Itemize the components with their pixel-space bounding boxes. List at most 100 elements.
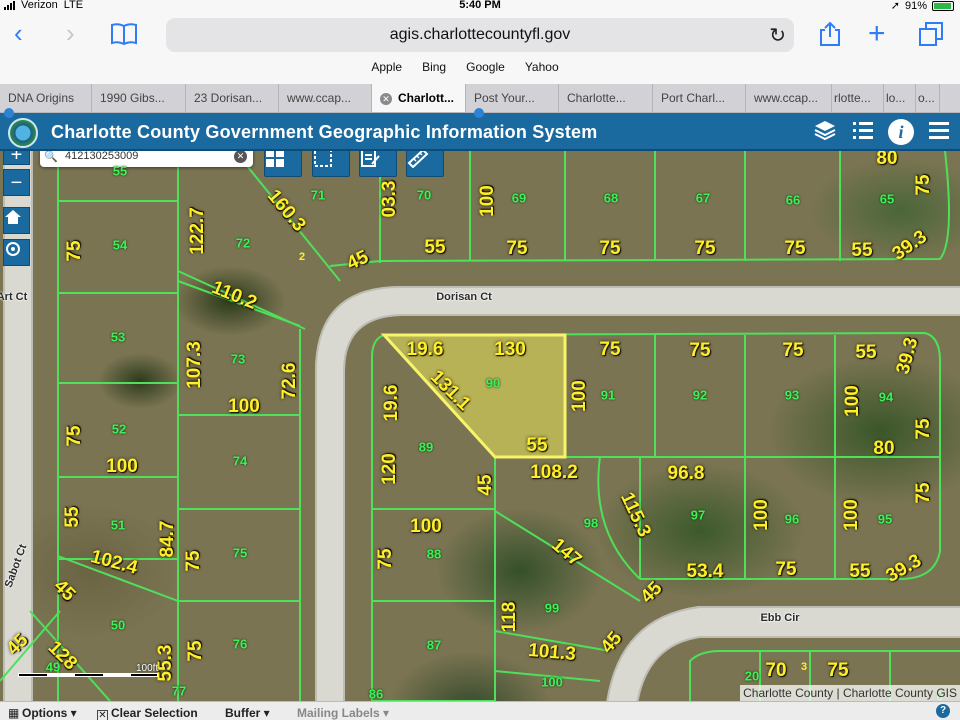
menu-icon[interactable] [926,119,952,145]
forward-icon[interactable]: › [66,20,75,46]
lot-number: 51 [110,517,126,533]
clock: 5:40 PM [459,0,501,11]
lot-number: 91 [600,387,616,403]
dimension-label: 75 [694,238,716,259]
options-button[interactable]: Options ▾ [22,706,77,720]
dimension-label: 84.7 [157,520,178,558]
measure-button[interactable] [406,151,444,177]
page-title: Charlotte County Government Geographic I… [51,122,598,142]
clear-checkbox-icon: ✕ [97,710,108,720]
help-icon[interactable]: ? [936,704,950,718]
tab-charlotte-2[interactable]: Charlotte... [559,84,653,112]
lot-number: 87 [426,637,442,653]
parcel-search-input[interactable]: 🔍 412130253009 ✕ [40,151,253,167]
lot-number: 73 [230,351,246,367]
dimension-label: 100 [841,499,862,531]
parcel-map[interactable]: 🔍 412130253009 ✕ + − Dorisan Ct Ebb Cir … [0,151,960,701]
lot-number: 72 [235,235,251,251]
lot-number: 20 [744,668,760,684]
zoom-out-button[interactable]: − [3,169,30,196]
reload-icon[interactable]: ↻ [769,23,786,48]
new-tab-icon[interactable]: + [868,19,886,49]
layers-icon[interactable] [812,119,838,145]
tab-charlotte-3[interactable]: rlotte... [832,84,884,112]
street-label-art: Art Ct [0,291,28,303]
lot-number: 55 [112,163,128,179]
dimension-label: 80 [876,151,898,169]
select-area-button[interactable] [312,151,350,177]
tab-ccap-2[interactable]: www.ccap... [746,84,832,112]
battery-percent: 91% [904,0,927,12]
favorites-bar: Apple Bing Google Yahoo [0,60,960,74]
gis-header: Charlotte County Government Geographic I… [0,108,960,151]
map-attribution: Charlotte County | Charlotte County GIS [740,685,960,701]
close-tab-icon[interactable]: ✕ [380,93,392,105]
lot-number: 75 [232,545,248,561]
tab-gibson[interactable]: 1990 Gibs... [92,84,186,112]
street-label-dorisan: Dorisan Ct [436,291,492,303]
edit-document-icon [361,151,380,167]
dimension-label: 122.7 [187,207,208,255]
dimension-label: 75 [64,425,85,447]
dimension-label: 75 [782,340,804,361]
dimension-label: 75 [827,660,849,681]
dimension-label: 75 [506,238,528,259]
lot-number: 68 [603,190,619,206]
dimension-label: 100 [569,380,590,412]
street-label-ebb: Ebb Cir [760,612,800,624]
lot-number: 94 [878,389,894,405]
lot-number: 98 [583,515,599,531]
mailing-labels-button[interactable]: Mailing Labels ▾ [297,706,389,720]
tabs-overview-icon[interactable] [918,21,944,51]
bookmarks-icon[interactable] [110,22,138,50]
dimension-label: 72.6 [279,362,300,400]
dimension-label: 75 [775,559,797,580]
dimension-label: 75 [784,238,806,259]
dimension-label: 96.8 [667,463,705,484]
address-bar[interactable]: agis.charlottecountyfl.gov ↻ [166,18,794,52]
select-box-icon [314,151,332,167]
dimension-label: 100 [410,516,442,537]
lot-number: 74 [232,453,248,469]
dimension-label: 55 [849,561,871,582]
basemap-grid-button[interactable] [264,151,302,177]
dimension-label: 75 [913,418,934,440]
favorite-yahoo[interactable]: Yahoo [525,60,559,74]
lot-number: 88 [426,546,442,562]
lot-number: 53 [110,329,126,345]
lot-number: 96 [784,511,800,527]
legend-list-icon[interactable] [850,119,876,145]
share-icon[interactable] [818,21,842,51]
back-icon[interactable]: ‹ [14,20,23,46]
clear-search-icon[interactable]: ✕ [234,151,247,163]
report-button[interactable] [359,151,397,177]
location-arrow-icon: ➚ [890,0,900,12]
tab-lo[interactable]: lo... [884,84,916,112]
lot-number: 50 [110,617,126,633]
lot-number: 92 [692,387,708,403]
lot-number: 69 [511,190,527,206]
home-icon [5,210,21,224]
dimension-label: 100 [842,385,863,417]
tab-port-charlotte[interactable]: Port Charl... [653,84,746,112]
locate-icon [6,242,20,256]
favorite-bing[interactable]: Bing [422,60,446,74]
dimension-label: 55 [526,435,548,456]
tab-dna-origins[interactable]: DNA Origins [0,84,92,112]
info-icon[interactable]: i [888,119,914,145]
zoom-in-button[interactable]: + [3,151,30,165]
favorite-apple[interactable]: Apple [371,60,402,74]
dimension-label: 75 [599,339,621,360]
dimension-label: 75 [599,238,621,259]
home-button[interactable] [3,207,30,234]
tab-dorisan[interactable]: 23 Dorisan... [186,84,279,112]
tab-charlotte-active[interactable]: ✕ Charlott... [372,84,466,112]
lot-number: 2 [298,251,306,263]
county-seal-icon [8,118,38,148]
clear-selection-button[interactable]: ✕ Clear Selection [97,706,198,720]
locate-button[interactable] [3,239,30,266]
tab-ccap-1[interactable]: www.ccap... [279,84,372,112]
tab-o[interactable]: o... [916,84,940,112]
buffer-button[interactable]: Buffer ▾ [225,706,270,720]
favorite-google[interactable]: Google [466,60,505,74]
